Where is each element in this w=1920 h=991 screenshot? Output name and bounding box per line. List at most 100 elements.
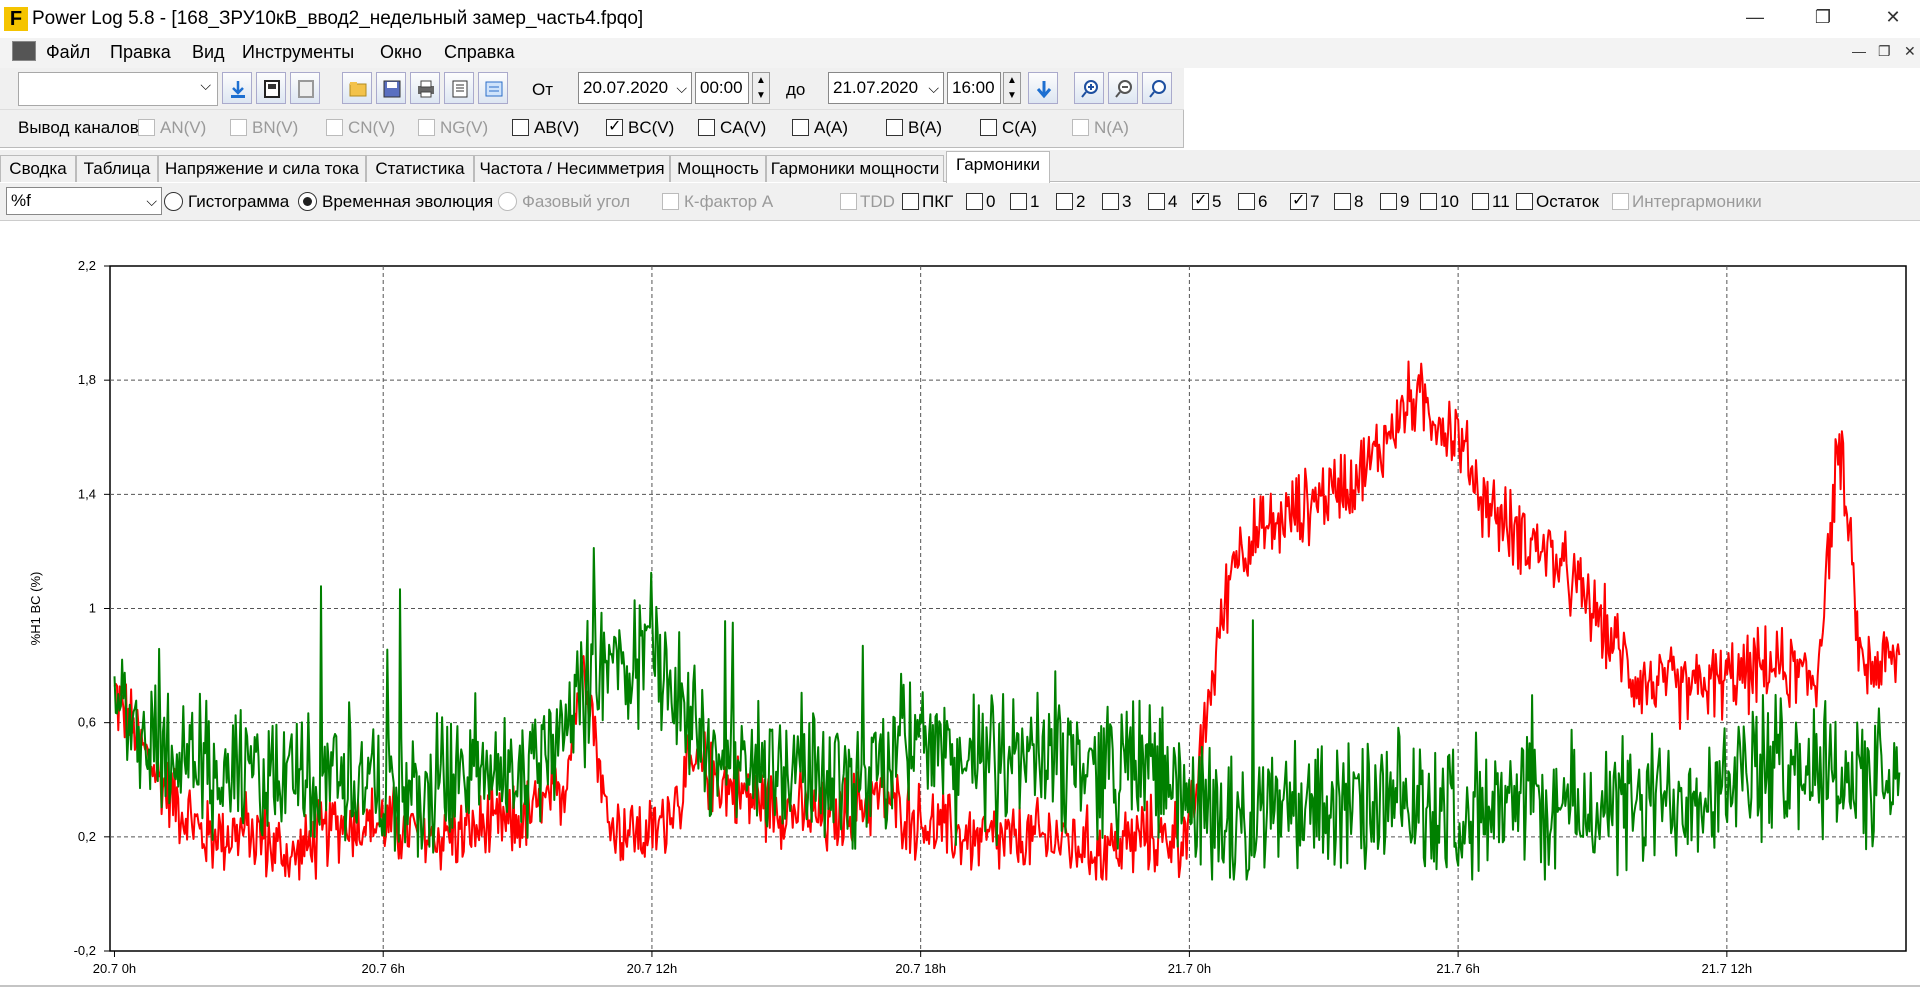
harmonic-order-checkbox-13[interactable] <box>1472 193 1489 210</box>
tab-1[interactable]: Таблица <box>76 155 158 182</box>
tab-2[interactable]: Напряжение и сила тока <box>158 155 366 182</box>
tab-5[interactable]: Мощность <box>670 155 766 182</box>
channel-checkbox-5[interactable] <box>606 116 623 136</box>
channel-checkbox-7[interactable] <box>792 119 809 136</box>
channel-label-2: CN(V) <box>348 118 396 137</box>
from-date-input[interactable]: 20.07.2020 ⌵ <box>578 72 692 104</box>
y-tick-label: 0,2 <box>78 829 96 844</box>
channel-label-8: B(A) <box>908 118 942 137</box>
mode-radio-1[interactable] <box>298 192 317 211</box>
to-time-input[interactable]: 16:00 <box>947 72 1001 104</box>
harmonic-order-checkbox-10[interactable] <box>1334 193 1351 210</box>
mode-radio-0[interactable] <box>164 192 183 211</box>
channel-label-9: C(A) <box>1002 118 1037 137</box>
chevron-down-icon: ⌵ <box>676 80 687 96</box>
apply-range-button[interactable] <box>1028 72 1058 104</box>
menu-window[interactable]: Окно <box>376 40 426 65</box>
document-icon[interactable] <box>12 41 36 61</box>
channel-checkbox-0[interactable] <box>138 119 155 136</box>
device-button[interactable] <box>256 72 286 104</box>
device-disabled-button[interactable] <box>290 72 320 104</box>
menu-bar: Файл Правка Вид Инструменты Окно Справка… <box>0 38 1920 68</box>
tab-7[interactable]: Гармоники <box>946 151 1050 183</box>
harmonic-order-checkbox-11[interactable] <box>1380 193 1397 210</box>
export-icon <box>485 81 503 97</box>
tab-3[interactable]: Статистика <box>366 155 474 182</box>
from-date-value: 20.07.2020 <box>583 78 669 97</box>
channel-label-3: NG(V) <box>440 118 489 137</box>
open-button[interactable] <box>342 72 372 104</box>
harmonic-order-checkbox-9[interactable] <box>1290 190 1307 210</box>
zoom-in-button[interactable] <box>1074 72 1104 104</box>
harmonics-chart[interactable]: -0,2 0,2 0,6 1 1,4 1,8 2,2 20.7 0h 20.7 6h 20.7 1… <box>0 222 1920 991</box>
download-button[interactable] <box>222 72 252 104</box>
menu-tools[interactable]: Инструменты <box>238 40 358 65</box>
tab-bar: Сводка Таблица Напряжение и сила тока Стати… <box>0 150 1920 183</box>
harmonic-order-label-0: TDD <box>860 192 895 211</box>
channel-checkbox-8[interactable] <box>886 119 903 136</box>
menu-help[interactable]: Справка <box>440 40 519 65</box>
from-time-input[interactable]: 00:00 <box>695 72 749 104</box>
zoom-fit-button[interactable] <box>1142 72 1172 104</box>
harmonic-order-label-10: 8 <box>1354 192 1364 211</box>
menu-view[interactable]: Вид <box>188 40 229 65</box>
x-tick-label: 20.7 0h <box>93 961 136 976</box>
restore-button[interactable]: ❐ <box>1800 2 1846 32</box>
harmonic-order-checkbox-12[interactable] <box>1420 193 1437 210</box>
to-time-spinner[interactable]: ▲ ▼ <box>1003 72 1021 104</box>
tab-6[interactable]: Гармоники мощности <box>766 155 944 182</box>
to-date-value: 21.07.2020 <box>833 78 919 97</box>
mode-radio-2[interactable] <box>498 192 517 211</box>
channel-checkbox-4[interactable] <box>512 119 529 136</box>
harmonic-order-checkbox-8[interactable] <box>1238 193 1255 210</box>
unit-select[interactable]: %f ⌵ <box>6 187 162 215</box>
x-tick-label: 21.7 6h <box>1436 961 1479 976</box>
report-button[interactable] <box>444 72 474 104</box>
harmonic-order-checkbox-4[interactable] <box>1056 193 1073 210</box>
chevron-down-icon: ⌵ <box>146 193 157 209</box>
mdi-minimize-button[interactable]: — <box>1852 43 1866 59</box>
from-time-spinner[interactable]: ▲ ▼ <box>752 72 770 104</box>
tab-0[interactable]: Сводка <box>0 155 76 182</box>
menu-file[interactable]: Файл <box>42 40 94 65</box>
harmonic-order-label-8: 6 <box>1258 192 1268 211</box>
harmonic-order-checkbox-1[interactable] <box>902 193 919 210</box>
harmonic-order-label-4: 2 <box>1076 192 1086 211</box>
mdi-restore-button[interactable]: ❐ <box>1878 43 1891 60</box>
tab-4[interactable]: Частота / Несимметрия <box>474 155 670 182</box>
harmonic-order-label-12: 10 <box>1440 192 1459 211</box>
channel-checkbox-9[interactable] <box>980 119 997 136</box>
to-date-input[interactable]: 21.07.2020 ⌵ <box>828 72 944 104</box>
open-folder-icon <box>349 82 367 97</box>
from-label: От <box>532 80 554 99</box>
harmonic-order-label-9: 7 <box>1310 192 1320 211</box>
harmonic-order-checkbox-2[interactable] <box>966 193 983 210</box>
harmonic-order-checkbox-6[interactable] <box>1148 193 1165 210</box>
export-button[interactable] <box>478 72 508 104</box>
mode-label-0: Гистограмма <box>188 192 290 211</box>
channel-label-10: N(A) <box>1094 118 1129 137</box>
menu-edit[interactable]: Правка <box>106 40 175 65</box>
harmonics-controls: %f ⌵ К-фактор А Гистограмма Временная эво… <box>0 183 1920 221</box>
print-button[interactable] <box>410 72 440 104</box>
channel-checkbox-10[interactable] <box>1072 119 1089 136</box>
mdi-close-button[interactable]: ✕ <box>1904 43 1916 60</box>
harmonic-order-checkbox-0[interactable] <box>840 193 857 210</box>
y-tick-label: 1 <box>89 601 96 616</box>
harmonic-order-checkbox-14[interactable] <box>1516 193 1533 210</box>
minimize-button[interactable]: — <box>1732 2 1778 32</box>
harmonic-order-checkbox-5[interactable] <box>1102 193 1119 210</box>
harmonic-order-checkbox-15[interactable] <box>1612 193 1629 210</box>
close-button[interactable]: ✕ <box>1870 2 1916 32</box>
channel-checkbox-2[interactable] <box>326 119 343 136</box>
channel-label-6: CA(V) <box>720 118 767 137</box>
channel-checkbox-6[interactable] <box>698 119 715 136</box>
harmonic-order-checkbox-7[interactable] <box>1192 190 1209 210</box>
zoom-out-button[interactable] <box>1108 72 1138 104</box>
save-button[interactable] <box>376 72 406 104</box>
channel-checkbox-1[interactable] <box>230 119 247 136</box>
k-factor-checkbox[interactable] <box>662 193 679 210</box>
profile-select[interactable]: ⌵ <box>18 72 218 106</box>
harmonic-order-checkbox-3[interactable] <box>1010 193 1027 210</box>
channel-checkbox-3[interactable] <box>418 119 435 136</box>
